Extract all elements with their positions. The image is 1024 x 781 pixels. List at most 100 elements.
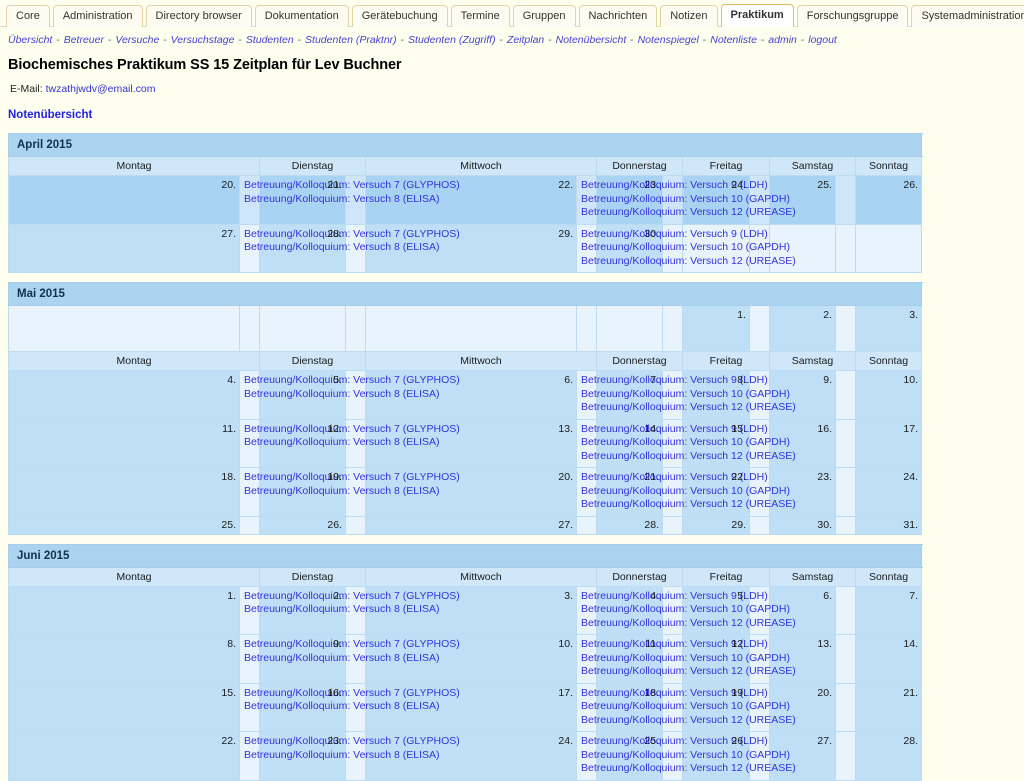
- event-entry[interactable]: Betreuung/Kolloquium: Versuch 9 (LDH): [581, 735, 768, 749]
- day-cell-with-events[interactable]: Betreuung/Kolloquium: Versuch 7 (GLYPHOS…: [239, 223, 460, 273]
- event-entry[interactable]: Betreuung/Kolloquium: Versuch 9 (LDH): [581, 471, 768, 485]
- event-entry[interactable]: Betreuung/Kolloquium: Versuch 12 (UREASE…: [581, 255, 796, 269]
- event-entry[interactable]: Betreuung/Kolloquium: Versuch 9 (LDH): [581, 179, 768, 193]
- tab-praktikum[interactable]: Praktikum: [720, 4, 794, 27]
- tab-notizen[interactable]: Notizen: [660, 5, 718, 27]
- event-entry[interactable]: Betreuung/Kolloquium: Versuch 9 (LDH): [581, 423, 768, 437]
- day-number: 18.: [596, 682, 663, 732]
- event-entry[interactable]: Betreuung/Kolloquium: Versuch 7 (GLYPHOS…: [244, 735, 460, 749]
- event-entry[interactable]: Betreuung/Kolloquium: Versuch 8 (ELISA): [244, 241, 440, 255]
- breadcrumb-item-studenten-praktnr-[interactable]: Studenten (Praktnr): [305, 34, 397, 46]
- event-entry[interactable]: Betreuung/Kolloquium: Versuch 9 (LDH): [581, 590, 768, 604]
- event-entry[interactable]: Betreuung/Kolloquium: Versuch 7 (GLYPHOS…: [244, 228, 460, 242]
- day-cell-with-events[interactable]: Betreuung/Kolloquium: Versuch 7 (GLYPHOS…: [239, 370, 460, 420]
- day-cell-with-events[interactable]: Betreuung/Kolloquium: Versuch 7 (GLYPHOS…: [239, 585, 460, 635]
- event-entry[interactable]: Betreuung/Kolloquium: Versuch 7 (GLYPHOS…: [244, 687, 460, 701]
- event-entry[interactable]: Betreuung/Kolloquium: Versuch 8 (ELISA): [244, 603, 440, 617]
- day-cell-with-events[interactable]: Betreuung/Kolloquium: Versuch 7 (GLYPHOS…: [239, 682, 460, 732]
- email-link[interactable]: twzathjwdv@email.com: [46, 83, 156, 95]
- weekday-header-mittwoch: Mittwoch: [365, 156, 597, 176]
- breadcrumb-separator: -: [699, 34, 710, 46]
- weekday-header-row: Montag Dienstag Mittwoch Donnerstag Freitag S…: [8, 156, 922, 176]
- day-cell-with-events[interactable]: Betreuung/Kolloquium: Versuch 9 (LDH)Bet…: [576, 223, 796, 273]
- tab-administration[interactable]: Administration: [52, 5, 143, 27]
- event-entry[interactable]: Betreuung/Kolloquium: Versuch 7 (GLYPHOS…: [244, 374, 460, 388]
- day-cell-with-events[interactable]: Betreuung/Kolloquium: Versuch 7 (GLYPHOS…: [239, 418, 460, 468]
- day-cell: [835, 682, 856, 732]
- event-entry[interactable]: Betreuung/Kolloquium: Versuch 8 (ELISA): [244, 652, 440, 666]
- event-entry[interactable]: Betreuung/Kolloquium: Versuch 8 (ELISA): [244, 485, 440, 499]
- breadcrumb-separator: -: [294, 34, 305, 46]
- event-entry[interactable]: Betreuung/Kolloquium: Versuch 9 (LDH): [581, 638, 768, 652]
- breadcrumb-item-betreuer[interactable]: Betreuer: [64, 34, 104, 46]
- breadcrumb-item-admin[interactable]: admin: [768, 34, 797, 46]
- week-row: 20. Betreuung/Kolloquium: Versuch 7 (GLYP…: [8, 175, 922, 225]
- day-cell-with-events[interactable]: Betreuung/Kolloquium: Versuch 7 (GLYPHOS…: [239, 467, 460, 517]
- day-cell-with-events[interactable]: Betreuung/Kolloquium: Versuch 7 (GLYPHOS…: [239, 731, 460, 781]
- tab-gruppen[interactable]: Gruppen: [512, 5, 576, 27]
- event-entry[interactable]: Betreuung/Kolloquium: Versuch 8 (ELISA): [244, 193, 440, 207]
- event-entry[interactable]: Betreuung/Kolloquium: Versuch 10 (GAPDH): [581, 700, 790, 714]
- event-entry[interactable]: Betreuung/Kolloquium: Versuch 10 (GAPDH): [581, 603, 790, 617]
- event-entry[interactable]: Betreuung/Kolloquium: Versuch 10 (GAPDH): [581, 749, 790, 763]
- day-cell-with-events[interactable]: Betreuung/Kolloquium: Versuch 9 (LDH)Bet…: [576, 682, 796, 732]
- tab-ger-tebuchung[interactable]: Gerätebuchung: [351, 5, 448, 27]
- day-cell-with-events[interactable]: Betreuung/Kolloquium: Versuch 7 (GLYPHOS…: [239, 175, 460, 225]
- event-entry[interactable]: Betreuung/Kolloquium: Versuch 12 (UREASE…: [581, 206, 796, 220]
- event-entry[interactable]: Betreuung/Kolloquium: Versuch 12 (UREASE…: [581, 450, 796, 464]
- breadcrumb-item-übersicht[interactable]: Übersicht: [8, 34, 52, 46]
- event-entry[interactable]: Betreuung/Kolloquium: Versuch 10 (GAPDH): [581, 388, 790, 402]
- tab-systemadministration[interactable]: Systemadministration: [911, 5, 1024, 27]
- event-entry[interactable]: Betreuung/Kolloquium: Versuch 10 (GAPDH): [581, 193, 790, 207]
- event-entry[interactable]: Betreuung/Kolloquium: Versuch 12 (UREASE…: [581, 714, 796, 728]
- event-entry[interactable]: Betreuung/Kolloquium: Versuch 10 (GAPDH): [581, 485, 790, 499]
- event-entry[interactable]: Betreuung/Kolloquium: Versuch 12 (UREASE…: [581, 401, 796, 415]
- event-entry[interactable]: Betreuung/Kolloquium: Versuch 9 (LDH): [581, 687, 768, 701]
- breadcrumb-item-studenten-zugriff-[interactable]: Studenten (Zugriff): [408, 34, 496, 46]
- day-cell-with-events[interactable]: Betreuung/Kolloquium: Versuch 9 (LDH)Bet…: [576, 731, 796, 781]
- day-cell-with-events[interactable]: Betreuung/Kolloquium: Versuch 9 (LDH)Bet…: [576, 175, 796, 225]
- event-entry[interactable]: Betreuung/Kolloquium: Versuch 12 (UREASE…: [581, 498, 796, 512]
- tab-dokumentation[interactable]: Dokumentation: [254, 5, 349, 27]
- breadcrumb-item-zeitplan[interactable]: Zeitplan: [507, 34, 544, 46]
- tab-core[interactable]: Core: [6, 5, 50, 27]
- event-entry[interactable]: Betreuung/Kolloquium: Versuch 8 (ELISA): [244, 749, 440, 763]
- event-entry[interactable]: Betreuung/Kolloquium: Versuch 12 (UREASE…: [581, 617, 796, 631]
- tab-nachrichten[interactable]: Nachrichten: [578, 5, 658, 27]
- event-entry[interactable]: Betreuung/Kolloquium: Versuch 8 (ELISA): [244, 388, 440, 402]
- event-entry[interactable]: Betreuung/Kolloquium: Versuch 7 (GLYPHOS…: [244, 423, 460, 437]
- event-entry[interactable]: Betreuung/Kolloquium: Versuch 7 (GLYPHOS…: [244, 179, 460, 193]
- event-entry[interactable]: Betreuung/Kolloquium: Versuch 9 (LDH): [581, 374, 768, 388]
- breadcrumb-item-studenten[interactable]: Studenten: [246, 34, 294, 46]
- day-cell-with-events[interactable]: Betreuung/Kolloquium: Versuch 9 (LDH)Bet…: [576, 467, 796, 517]
- day-cell-with-events[interactable]: Betreuung/Kolloquium: Versuch 9 (LDH)Bet…: [576, 634, 796, 684]
- breadcrumb-separator: -: [757, 34, 768, 46]
- event-entry[interactable]: Betreuung/Kolloquium: Versuch 7 (GLYPHOS…: [244, 471, 460, 485]
- tab-termine[interactable]: Termine: [450, 5, 510, 27]
- breadcrumb-item-versuche[interactable]: Versuche: [115, 34, 159, 46]
- event-entry[interactable]: Betreuung/Kolloquium: Versuch 9 (LDH): [581, 228, 768, 242]
- day-cell-with-events[interactable]: Betreuung/Kolloquium: Versuch 9 (LDH)Bet…: [576, 585, 796, 635]
- day-cell-with-events[interactable]: Betreuung/Kolloquium: Versuch 9 (LDH)Bet…: [576, 370, 796, 420]
- tab-directory-browser[interactable]: Directory browser: [145, 5, 252, 27]
- event-entry[interactable]: Betreuung/Kolloquium: Versuch 10 (GAPDH): [581, 241, 790, 255]
- day-number: 2.: [769, 305, 836, 352]
- breadcrumb-item-notenspiegel[interactable]: Notenspiegel: [638, 34, 699, 46]
- day-cell-with-events[interactable]: Betreuung/Kolloquium: Versuch 7 (GLYPHOS…: [239, 634, 460, 684]
- event-entry[interactable]: Betreuung/Kolloquium: Versuch 12 (UREASE…: [581, 762, 796, 776]
- breadcrumb-item-logout[interactable]: logout: [808, 34, 837, 46]
- event-entry[interactable]: Betreuung/Kolloquium: Versuch 12 (UREASE…: [581, 665, 796, 679]
- breadcrumb-item-notenliste[interactable]: Notenliste: [710, 34, 757, 46]
- notenuebersicht-link[interactable]: Notenübersicht: [8, 109, 92, 121]
- event-entry[interactable]: Betreuung/Kolloquium: Versuch 10 (GAPDH): [581, 436, 790, 450]
- day-cell-with-events[interactable]: Betreuung/Kolloquium: Versuch 9 (LDH)Bet…: [576, 418, 796, 468]
- event-entry[interactable]: Betreuung/Kolloquium: Versuch 7 (GLYPHOS…: [244, 590, 460, 604]
- weekday-header-sonntag: Sonntag: [855, 351, 922, 371]
- breadcrumb-item-notenübersicht[interactable]: Notenübersicht: [556, 34, 627, 46]
- breadcrumb-item-versuchstage[interactable]: Versuchstage: [171, 34, 235, 46]
- event-entry[interactable]: Betreuung/Kolloquium: Versuch 10 (GAPDH): [581, 652, 790, 666]
- event-entry[interactable]: Betreuung/Kolloquium: Versuch 7 (GLYPHOS…: [244, 638, 460, 652]
- event-entry[interactable]: Betreuung/Kolloquium: Versuch 8 (ELISA): [244, 436, 440, 450]
- tab-forschungsgruppe[interactable]: Forschungsgruppe: [796, 5, 909, 27]
- event-entry[interactable]: Betreuung/Kolloquium: Versuch 8 (ELISA): [244, 700, 440, 714]
